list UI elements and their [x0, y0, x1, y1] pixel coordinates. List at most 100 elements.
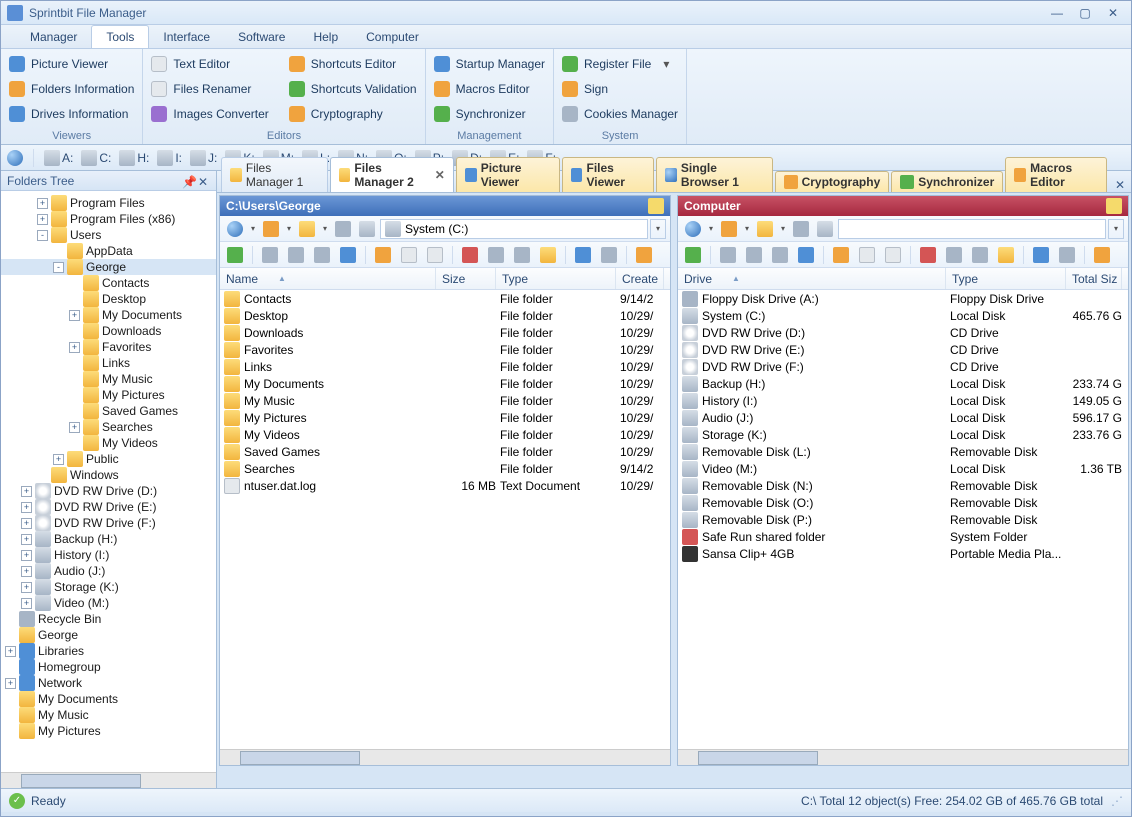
list-item[interactable]: Removable Disk (N:)Removable Disk [678, 477, 1128, 494]
action-button[interactable] [485, 244, 507, 266]
expand-icon[interactable]: + [21, 534, 32, 545]
tab-single-browser-1[interactable]: Single Browser 1 [656, 157, 773, 192]
expand-icon[interactable] [69, 390, 80, 401]
ribbon-register-file[interactable]: Register File▾ [562, 53, 678, 75]
column-header[interactable]: Size [436, 268, 496, 289]
expand-icon[interactable]: + [21, 598, 32, 609]
list-item[interactable]: My PicturesFile folder10/29/ [220, 409, 670, 426]
menu-software[interactable]: Software [224, 26, 299, 48]
tree-item[interactable]: +Program Files (x86) [1, 211, 216, 227]
tree-item[interactable]: Desktop [1, 291, 216, 307]
ribbon-picture-viewer[interactable]: Picture Viewer [9, 53, 134, 75]
action-button[interactable] [943, 244, 965, 266]
favorite-icon[interactable] [1106, 198, 1122, 214]
expand-icon[interactable] [69, 278, 80, 289]
dropdown-icon[interactable]: ▾ [742, 224, 752, 233]
toolbar-button[interactable] [790, 218, 812, 240]
toolbar-button[interactable] [682, 218, 704, 240]
address-input[interactable]: System (C:) [380, 219, 648, 239]
drive-A[interactable]: A: [44, 150, 73, 166]
expand-icon[interactable]: + [5, 678, 16, 689]
column-header[interactable]: Type [946, 268, 1066, 289]
list-item[interactable]: DVD RW Drive (D:)CD Drive [678, 324, 1128, 341]
tree-item[interactable]: +Audio (J:) [1, 563, 216, 579]
expand-icon[interactable] [5, 710, 16, 721]
action-button[interactable] [259, 244, 281, 266]
expand-icon[interactable] [69, 406, 80, 417]
ribbon-sign[interactable]: Sign [562, 78, 678, 100]
list-item[interactable]: Removable Disk (O:)Removable Disk [678, 494, 1128, 511]
action-button[interactable] [372, 244, 394, 266]
column-header[interactable]: Create [616, 268, 664, 289]
list-item[interactable]: Removable Disk (P:)Removable Disk [678, 511, 1128, 528]
tab-close-icon[interactable]: ✕ [435, 168, 445, 182]
list-item[interactable]: Storage (K:)Local Disk233.76 G [678, 426, 1128, 443]
list-hscroll[interactable] [220, 749, 670, 765]
list-item[interactable]: Sansa Clip+ 4GBPortable Media Pla... [678, 545, 1128, 562]
action-button[interactable] [856, 244, 878, 266]
drive-H[interactable]: H: [119, 150, 149, 166]
address-input[interactable] [838, 219, 1106, 239]
tree-item[interactable]: Recycle Bin [1, 611, 216, 627]
tab-synchronizer[interactable]: Synchronizer [891, 171, 1003, 192]
list-item[interactable]: My DocumentsFile folder10/29/ [220, 375, 670, 392]
tree-item[interactable]: +Program Files [1, 195, 216, 211]
toolbar-button[interactable] [814, 218, 836, 240]
expand-icon[interactable]: + [53, 454, 64, 465]
tab-cryptography[interactable]: Cryptography [775, 171, 890, 192]
ribbon-files-renamer[interactable]: Files Renamer [151, 78, 268, 100]
maximize-button[interactable]: ▢ [1073, 5, 1097, 21]
pin-icon[interactable]: 📌 [182, 175, 194, 187]
column-header[interactable]: Type [496, 268, 616, 289]
column-header[interactable]: Drive [678, 268, 946, 289]
list-item[interactable]: My MusicFile folder10/29/ [220, 392, 670, 409]
action-button[interactable] [337, 244, 359, 266]
globe-icon[interactable] [7, 150, 23, 166]
ribbon-synchronizer[interactable]: Synchronizer [434, 103, 545, 125]
dropdown-icon[interactable]: ▾ [248, 224, 258, 233]
expand-icon[interactable]: + [21, 502, 32, 513]
action-button[interactable] [682, 244, 704, 266]
toolbar-button[interactable] [754, 218, 776, 240]
expand-icon[interactable]: + [37, 198, 48, 209]
tree-hscroll[interactable] [1, 772, 216, 788]
tree-item[interactable]: Saved Games [1, 403, 216, 419]
action-button[interactable] [995, 244, 1017, 266]
resize-grip-icon[interactable]: ⋰ [1111, 794, 1123, 808]
tree-item[interactable]: My Pictures [1, 387, 216, 403]
expand-icon[interactable]: + [21, 582, 32, 593]
ribbon-cookies-manager[interactable]: Cookies Manager [562, 103, 678, 125]
expand-icon[interactable]: + [21, 518, 32, 529]
tree-item[interactable]: +Public [1, 451, 216, 467]
expand-icon[interactable]: + [21, 566, 32, 577]
action-button[interactable] [424, 244, 446, 266]
expand-icon[interactable] [69, 374, 80, 385]
expand-icon[interactable]: + [21, 550, 32, 561]
tree-item[interactable]: +My Documents [1, 307, 216, 323]
tree-item[interactable]: George [1, 627, 216, 643]
tree-item[interactable]: AppData [1, 243, 216, 259]
expand-icon[interactable] [69, 326, 80, 337]
list-hscroll[interactable] [678, 749, 1128, 765]
dropdown-icon[interactable]: ▾ [778, 224, 788, 233]
expand-icon[interactable] [5, 630, 16, 641]
action-button[interactable] [1091, 244, 1113, 266]
tree-item[interactable]: +History (I:) [1, 547, 216, 563]
action-button[interactable] [633, 244, 655, 266]
tree-item[interactable]: Links [1, 355, 216, 371]
expand-icon[interactable]: + [69, 422, 80, 433]
ribbon-images-converter[interactable]: Images Converter [151, 103, 268, 125]
address-dropdown-icon[interactable]: ▾ [650, 219, 666, 239]
ribbon-shortcuts-editor[interactable]: Shortcuts Editor [289, 53, 417, 75]
dropdown-icon[interactable]: ▾ [320, 224, 330, 233]
menu-manager[interactable]: Manager [16, 26, 91, 48]
action-button[interactable] [795, 244, 817, 266]
tree-item[interactable]: My Music [1, 371, 216, 387]
toolbar-button[interactable] [296, 218, 318, 240]
expand-icon[interactable] [5, 726, 16, 737]
tree-item[interactable]: -George [1, 259, 216, 275]
minimize-button[interactable]: — [1045, 5, 1069, 21]
list-item[interactable]: My VideosFile folder10/29/ [220, 426, 670, 443]
toolbar-button[interactable] [332, 218, 354, 240]
menu-computer[interactable]: Computer [352, 26, 433, 48]
